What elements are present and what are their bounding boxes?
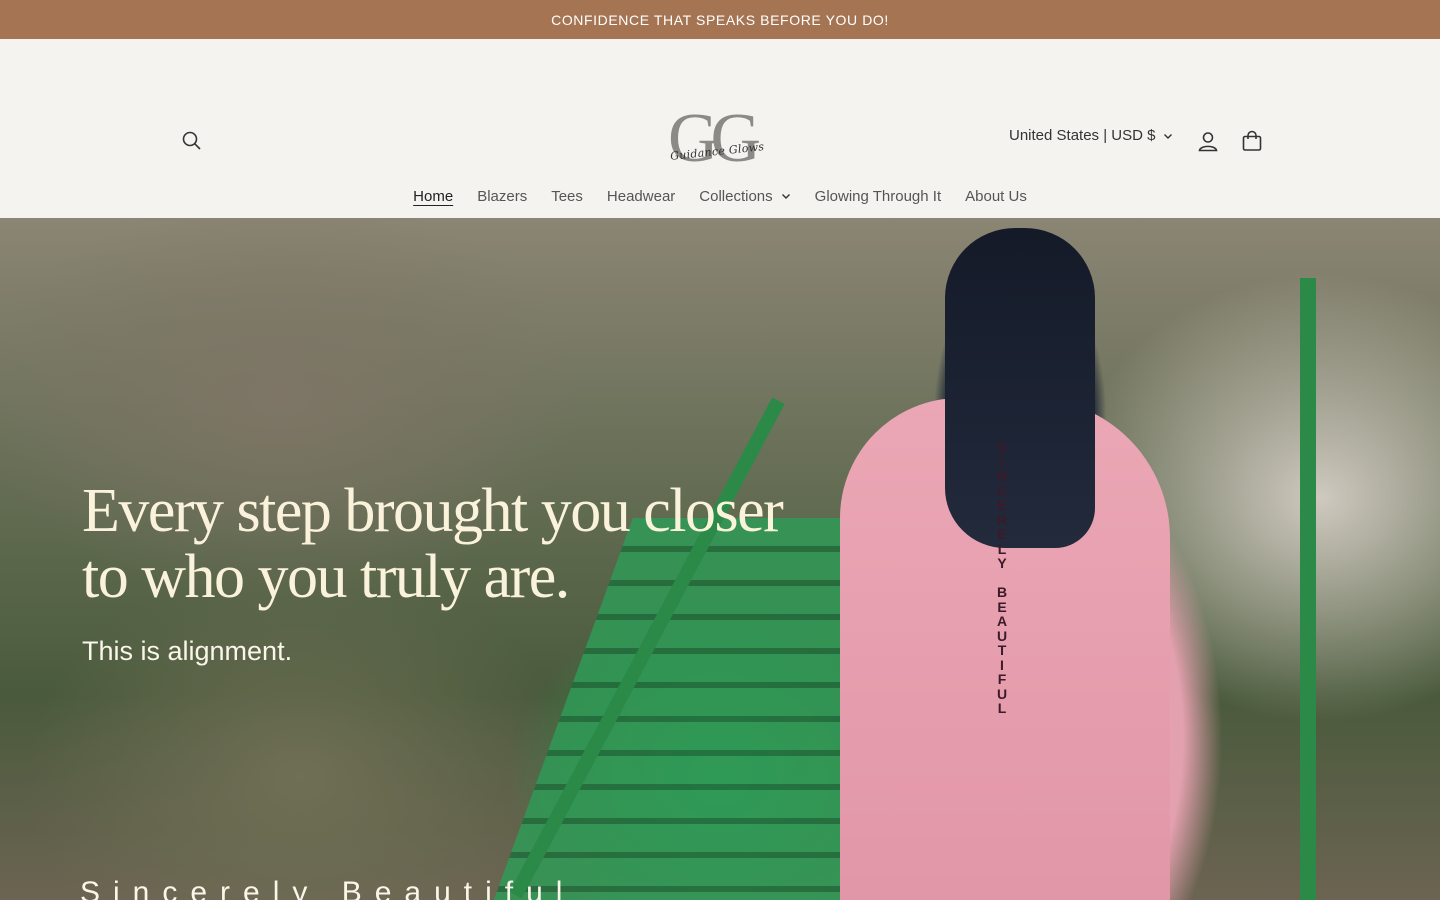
bag-icon [1242,130,1262,151]
hero-banner[interactable]: SINCERELY BEAUTIFUL Every step brought y… [0,218,1440,900]
nav-item-blazers[interactable]: Blazers [465,184,539,208]
hero-headline-line-2: to who you truly are. [82,543,570,611]
country-selector[interactable]: United States | USD $ [1009,127,1173,144]
announcement-text: CONFIDENCE THAT SPEAKS BEFORE YOU DO! [551,11,889,28]
main-nav: Home Blazers Tees Headwear Collections G… [0,184,1440,208]
hero-headline: Every step brought you closer to who you… [82,478,842,610]
hero-brandline: Sincerely Beautiful [80,876,576,900]
jacket-print-text: SINCERELY BEAUTIFUL [996,439,1008,716]
user-icon [1198,132,1218,152]
announcement-bar: CONFIDENCE THAT SPEAKS BEFORE YOU DO! [0,0,1440,39]
chevron-down-icon [781,191,791,201]
nav-item-collections[interactable]: Collections [687,184,802,208]
logo-mark: GG [668,100,761,177]
nav-item-headwear[interactable]: Headwear [595,184,687,208]
nav-item-tees[interactable]: Tees [539,184,595,208]
nav-item-glowing-through-it[interactable]: Glowing Through It [803,184,953,208]
country-selector-label: United States | USD $ [1009,127,1156,144]
logo[interactable]: GG Guidance Glows [660,100,780,177]
nav-item-home[interactable]: Home [401,184,465,208]
nav-item-collections-label: Collections [699,187,773,205]
account-button[interactable] [1188,121,1228,161]
nav-item-about-us[interactable]: About Us [953,184,1039,208]
hero-image-hair [945,228,1095,548]
hero-image-railing [1300,278,1316,900]
hero-subheading: This is alignment. [82,636,293,666]
search-button[interactable] [172,121,212,161]
site-header: GG Guidance Glows United States | USD $ … [0,39,1440,218]
search-icon [182,131,201,150]
hero-headline-line-1: Every step brought you closer [82,477,784,545]
chevron-down-icon [1163,131,1173,141]
cart-button[interactable] [1232,121,1272,161]
